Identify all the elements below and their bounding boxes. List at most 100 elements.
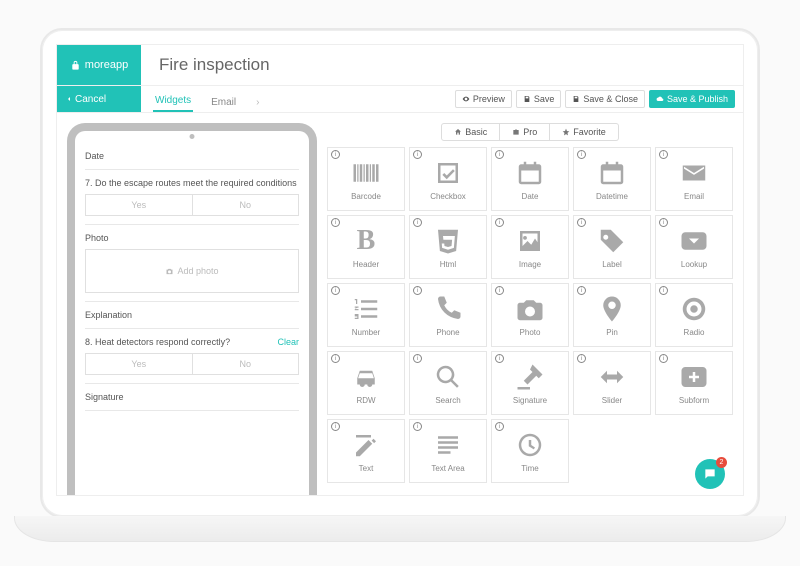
info-icon[interactable]: i xyxy=(413,150,422,159)
envelope-icon xyxy=(679,158,709,188)
widget-label[interactable]: i Label xyxy=(573,215,651,279)
info-icon[interactable]: i xyxy=(495,422,504,431)
widget-grid: i Barcode i Checkbox i Date i Datetim xyxy=(327,147,733,495)
save-icon xyxy=(523,95,531,103)
brand-logo[interactable]: moreapp xyxy=(57,45,141,85)
widget-checkbox[interactable]: i Checkbox xyxy=(409,147,487,211)
info-icon[interactable]: i xyxy=(659,354,668,363)
chat-icon xyxy=(703,467,717,481)
q8-yes[interactable]: Yes xyxy=(86,354,193,374)
clock-icon xyxy=(515,430,545,460)
field-explanation[interactable]: Explanation xyxy=(85,302,299,329)
category-basic[interactable]: Basic xyxy=(441,123,500,141)
info-icon[interactable]: i xyxy=(495,218,504,227)
info-icon[interactable]: i xyxy=(659,218,668,227)
save-label: Save xyxy=(534,94,555,104)
widget-label: Search xyxy=(435,396,460,405)
widget-pin[interactable]: i Pin xyxy=(573,283,651,347)
widget-rdw[interactable]: i RDW xyxy=(327,351,405,415)
widget-image[interactable]: i Image xyxy=(491,215,569,279)
q7-no[interactable]: No xyxy=(193,195,299,215)
q7-answer: Yes No xyxy=(85,194,299,216)
info-icon[interactable]: i xyxy=(659,150,668,159)
info-icon[interactable]: i xyxy=(495,354,504,363)
category-pro-label: Pro xyxy=(523,127,537,137)
tag-icon xyxy=(597,226,627,256)
widget-label: Phone xyxy=(436,328,459,337)
field-photo[interactable]: Photo Add photo xyxy=(85,225,299,302)
widget-datetime[interactable]: i Datetime xyxy=(573,147,651,211)
widget-label: Header xyxy=(353,260,379,269)
widget-slider[interactable]: i Slider xyxy=(573,351,651,415)
save-button[interactable]: Save xyxy=(516,90,562,108)
gavel-icon xyxy=(515,362,545,392)
widget-subform[interactable]: i Subform xyxy=(655,351,733,415)
info-icon[interactable]: i xyxy=(331,286,340,295)
cancel-button[interactable]: Cancel xyxy=(57,86,141,112)
home-icon xyxy=(454,128,462,136)
info-icon[interactable]: i xyxy=(331,354,340,363)
chevron-right-icon: › xyxy=(254,97,261,112)
lock-icon xyxy=(70,60,81,71)
widget-photo[interactable]: i Photo xyxy=(491,283,569,347)
cancel-label: Cancel xyxy=(75,94,106,105)
widget-label: Number xyxy=(352,328,380,337)
widget-lookup[interactable]: i Lookup xyxy=(655,215,733,279)
tab-email[interactable]: Email xyxy=(209,97,238,112)
widget-text[interactable]: i Text xyxy=(327,419,405,483)
info-icon[interactable]: i xyxy=(413,218,422,227)
widget-phone[interactable]: i Phone xyxy=(409,283,487,347)
preview-button[interactable]: Preview xyxy=(455,90,512,108)
q8-no[interactable]: No xyxy=(193,354,299,374)
camera-icon xyxy=(165,267,174,276)
widget-email[interactable]: i Email xyxy=(655,147,733,211)
category-basic-label: Basic xyxy=(465,127,487,137)
device-preview: Date 7. Do the escape routes meet the re… xyxy=(67,123,317,495)
widget-textarea[interactable]: i Text Area xyxy=(409,419,487,483)
widget-date[interactable]: i Date xyxy=(491,147,569,211)
info-icon[interactable]: i xyxy=(413,354,422,363)
checkbox-icon xyxy=(433,158,463,188)
widget-number[interactable]: i Number xyxy=(327,283,405,347)
field-q7[interactable]: 7. Do the escape routes meet the require… xyxy=(85,170,299,225)
widget-radio[interactable]: i Radio xyxy=(655,283,733,347)
info-icon[interactable]: i xyxy=(331,422,340,431)
widget-label: Barcode xyxy=(351,192,381,201)
save-icon xyxy=(572,95,580,103)
info-icon[interactable]: i xyxy=(577,150,586,159)
info-icon[interactable]: i xyxy=(331,218,340,227)
widget-barcode[interactable]: i Barcode xyxy=(327,147,405,211)
widget-html[interactable]: i Html xyxy=(409,215,487,279)
clear-button[interactable]: Clear xyxy=(277,337,299,347)
q7-yes[interactable]: Yes xyxy=(86,195,193,215)
info-icon[interactable]: i xyxy=(413,422,422,431)
widget-signature[interactable]: i Signature xyxy=(491,351,569,415)
add-photo-button[interactable]: Add photo xyxy=(85,249,299,293)
category-pro[interactable]: Pro xyxy=(500,123,550,141)
info-icon[interactable]: i xyxy=(577,286,586,295)
save-close-button[interactable]: Save & Close xyxy=(565,90,645,108)
info-icon[interactable]: i xyxy=(495,150,504,159)
field-signature[interactable]: Signature xyxy=(85,384,299,411)
briefcase-icon xyxy=(512,128,520,136)
info-icon[interactable]: i xyxy=(331,150,340,159)
image-icon xyxy=(515,226,545,256)
field-q8[interactable]: Clear 8. Heat detectors respond correctl… xyxy=(85,329,299,384)
category-favorite[interactable]: Favorite xyxy=(550,123,619,141)
info-icon[interactable]: i xyxy=(495,286,504,295)
info-icon[interactable]: i xyxy=(577,354,586,363)
widget-search[interactable]: i Search xyxy=(409,351,487,415)
save-publish-button[interactable]: Save & Publish xyxy=(649,90,735,108)
form-preview: Date 7. Do the escape routes meet the re… xyxy=(75,143,309,495)
chat-button[interactable]: 2 xyxy=(695,459,725,489)
info-icon[interactable]: i xyxy=(659,286,668,295)
widget-time[interactable]: i Time xyxy=(491,419,569,483)
widget-header[interactable]: i B Header xyxy=(327,215,405,279)
dropdown-icon xyxy=(679,226,709,256)
info-icon[interactable]: i xyxy=(413,286,422,295)
field-date[interactable]: Date xyxy=(85,143,299,170)
tab-widgets[interactable]: Widgets xyxy=(153,95,193,112)
star-icon xyxy=(562,128,570,136)
info-icon[interactable]: i xyxy=(577,218,586,227)
plus-square-icon xyxy=(679,362,709,392)
